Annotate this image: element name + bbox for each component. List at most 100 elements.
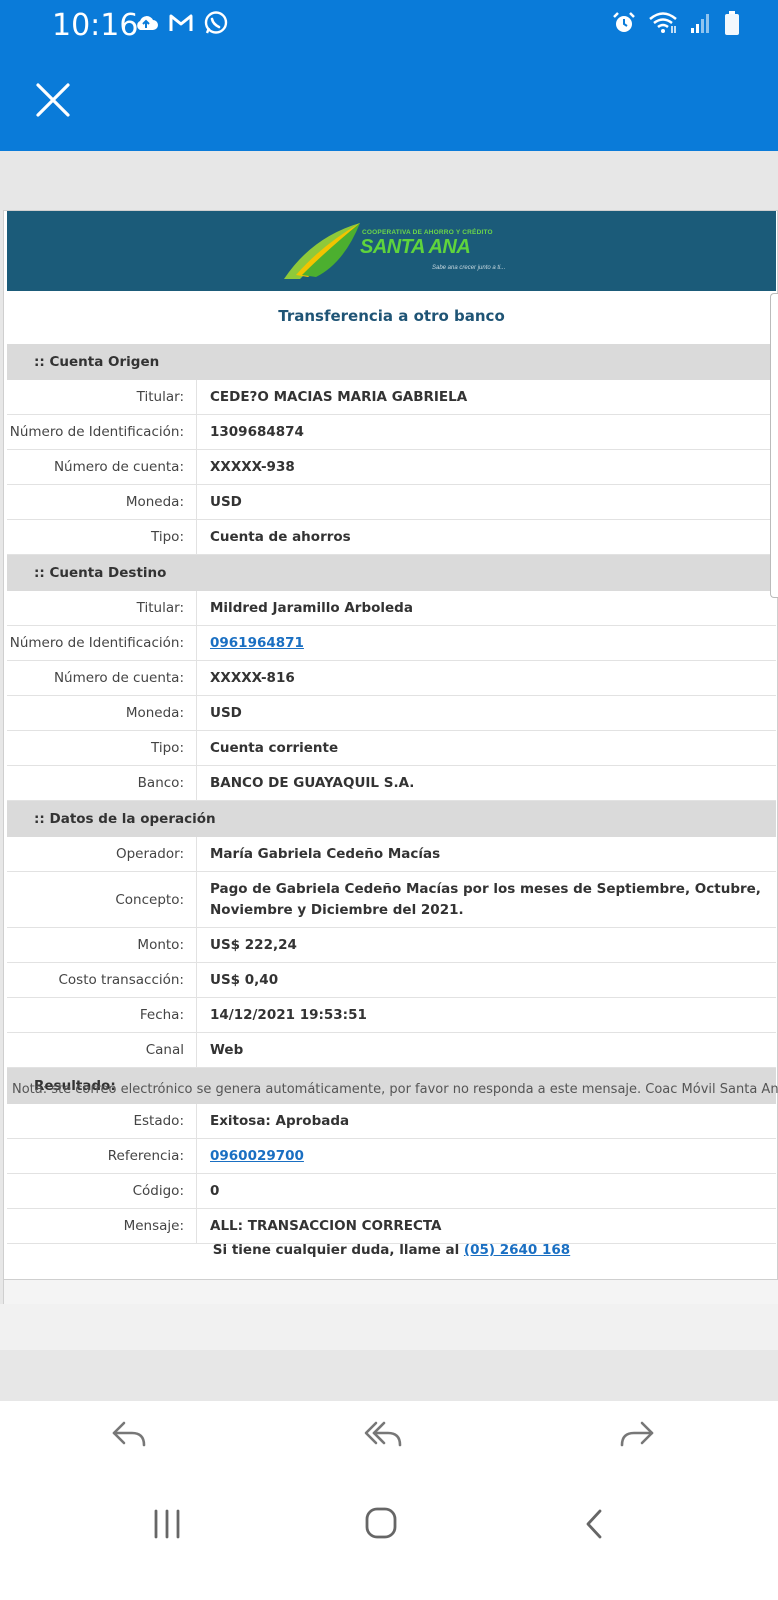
wifi-icon	[649, 12, 677, 33]
table-row: Concepto: Pago de Gabriela Cedeño Macías…	[7, 872, 776, 928]
row-value: US$ 222,24	[210, 936, 297, 953]
table-row: Moneda: USD	[7, 696, 776, 731]
recents-icon[interactable]	[151, 1507, 183, 1541]
row-value: USD	[210, 493, 242, 510]
battery-icon	[725, 11, 739, 35]
table-row: Mensaje: ALL: TRANSACCION CORRECTA	[7, 1209, 776, 1244]
email-title: Transferencia a otro banco	[278, 307, 505, 325]
row-label: Código:	[7, 1174, 197, 1208]
row-value: María Gabriela Cedeño Macías	[210, 845, 441, 862]
row-value: 0960029700	[197, 1139, 776, 1173]
close-icon[interactable]	[33, 80, 73, 120]
status-left-icons	[133, 10, 229, 36]
row-label: Fecha:	[7, 998, 197, 1032]
row-value: Pago de Gabriela Cedeño Macías por los m…	[210, 880, 761, 918]
table-row: Tipo: Cuenta de ahorros	[7, 520, 776, 555]
identification-link[interactable]: 0961964871	[210, 633, 304, 654]
table-row: Estado: Exitosa: Aprobada	[7, 1104, 776, 1139]
table-row: Titular: Mildred Jaramillo Arboleda	[7, 591, 776, 626]
table-row: Operador: María Gabriela Cedeño Macías	[7, 837, 776, 872]
section-datos-operacion: :: Datos de la operación	[7, 801, 776, 837]
bank-logo: COOPERATIVA DE AHORRO Y CRÉDITO SANTA AN…	[282, 217, 514, 285]
transfer-details: :: Cuenta Origen Titular: CEDE?O MACIAS …	[7, 344, 776, 1244]
reply-all-icon[interactable]	[364, 1415, 404, 1451]
row-value: USD	[210, 704, 242, 721]
row-value: US$ 0,40	[210, 971, 279, 988]
logo-line1: COOPERATIVA DE AHORRO Y CRÉDITO	[362, 229, 493, 236]
leaf-logo-icon	[284, 223, 360, 279]
row-label: Moneda:	[7, 696, 197, 730]
table-row: Titular: CEDE?O MACIAS MARIA GABRIELA	[7, 380, 776, 415]
signal-icon	[691, 14, 709, 33]
row-value: 0961964871	[197, 626, 776, 660]
table-row: Referencia: 0960029700	[7, 1139, 776, 1174]
call-us-line: Si tiene cualquier duda, llame al (05) 2…	[4, 1242, 778, 1258]
table-row: Fecha: 14/12/2021 19:53:51	[7, 998, 776, 1033]
email-footer-strip	[0, 1304, 778, 1350]
call-us-text: Si tiene cualquier duda, llame al	[212, 1242, 460, 1258]
table-row: Código: 0	[7, 1174, 776, 1209]
reply-icon[interactable]	[110, 1415, 150, 1451]
auto-email-note: Nota: ste correo electrónico se genera a…	[12, 1082, 778, 1097]
cloud-upload-icon	[137, 16, 158, 30]
forward-icon[interactable]	[616, 1415, 656, 1451]
logo-slogan: Sabe ana crecer junto a ti...	[432, 265, 506, 271]
row-label: Operador:	[7, 837, 197, 871]
row-value: Mildred Jaramillo Arboleda	[210, 599, 413, 616]
table-row: Número de Identificación: 0961964871	[7, 626, 776, 661]
row-value: 1309684874	[210, 423, 304, 440]
row-label: Estado:	[7, 1104, 197, 1138]
row-label: Canal	[7, 1033, 197, 1067]
row-label: Número de Identificación:	[7, 626, 197, 660]
table-row: Canal Web	[7, 1033, 776, 1068]
home-icon[interactable]	[364, 1505, 398, 1541]
row-value: CEDE?O MACIAS MARIA GABRIELA	[210, 388, 468, 405]
row-value: XXXXX-816	[210, 669, 295, 686]
table-row: Número de cuenta: XXXXX-816	[7, 661, 776, 696]
note-box	[4, 1279, 778, 1304]
email-body: COOPERATIVA DE AHORRO Y CRÉDITO SANTA AN…	[3, 210, 778, 1304]
row-label: Titular:	[7, 591, 197, 625]
whatsapp-icon	[204, 11, 228, 34]
section-cuenta-origen: :: Cuenta Origen	[7, 344, 776, 380]
section-cuenta-destino: :: Cuenta Destino	[7, 555, 776, 591]
reference-link[interactable]: 0960029700	[210, 1146, 304, 1167]
status-right-icons	[612, 10, 740, 36]
alarm-icon	[613, 12, 635, 32]
row-label: Moneda:	[7, 485, 197, 519]
table-row: Moneda: USD	[7, 485, 776, 520]
phone-link[interactable]: (05) 2640 168	[464, 1242, 570, 1258]
row-label: Referencia:	[7, 1139, 197, 1173]
row-value: Web	[210, 1041, 244, 1058]
row-label: Número de Identificación:	[7, 415, 197, 449]
row-value: Cuenta de ahorros	[210, 528, 351, 545]
row-label: Tipo:	[7, 520, 197, 554]
row-label: Concepto:	[7, 872, 197, 927]
row-label: Tipo:	[7, 731, 197, 765]
row-value: Exitosa: Aprobada	[210, 1112, 350, 1129]
gmail-icon	[169, 14, 193, 31]
row-value: Cuenta corriente	[210, 739, 339, 756]
row-label: Mensaje:	[7, 1209, 197, 1243]
row-label: Banco:	[7, 766, 197, 800]
scrollbar-thumb[interactable]	[770, 293, 778, 598]
row-label: Costo transacción:	[7, 963, 197, 997]
table-row: Banco: BANCO DE GUAYAQUIL S.A.	[7, 766, 776, 801]
table-row: Tipo: Cuenta corriente	[7, 731, 776, 766]
row-label: Titular:	[7, 380, 197, 414]
table-row: Monto: US$ 222,24	[7, 928, 776, 963]
table-row: Número de Identificación: 1309684874	[7, 415, 776, 450]
row-label: Número de cuenta:	[7, 661, 197, 695]
table-row: Número de cuenta: XXXXX-938	[7, 450, 776, 485]
row-label: Monto:	[7, 928, 197, 962]
back-icon[interactable]	[582, 1507, 608, 1541]
bottom-bar	[0, 1401, 778, 1600]
logo-line2: SANTA ANA	[360, 236, 471, 258]
app-bar: 10:16	[0, 0, 778, 151]
row-value: BANCO DE GUAYAQUIL S.A.	[210, 774, 415, 791]
bank-banner: COOPERATIVA DE AHORRO Y CRÉDITO SANTA AN…	[7, 211, 776, 291]
row-value: 14/12/2021 19:53:51	[210, 1006, 367, 1023]
row-value: 0	[210, 1182, 220, 1199]
row-label: Número de cuenta:	[7, 450, 197, 484]
status-time: 10:16	[52, 8, 139, 43]
